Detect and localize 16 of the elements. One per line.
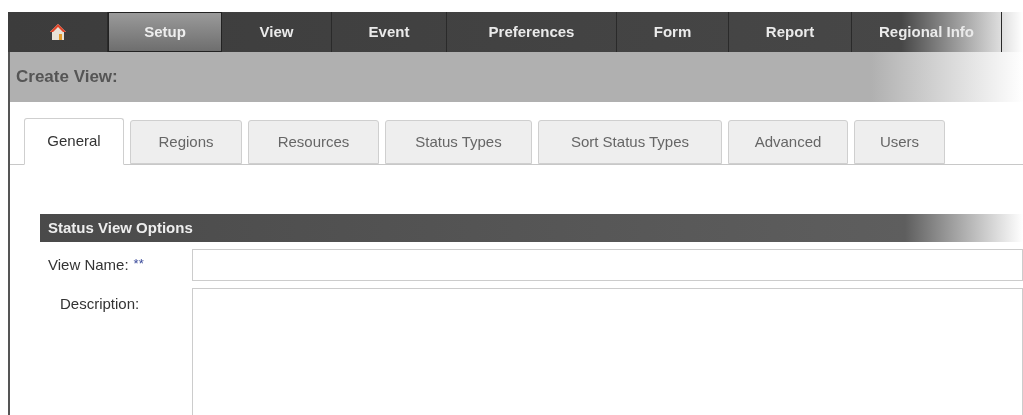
tab[interactable]: Status Types <box>385 120 532 164</box>
tab[interactable]: Users <box>854 120 945 164</box>
home-icon <box>48 23 67 41</box>
field-label: Description: <box>60 294 140 314</box>
view-name-field[interactable] <box>192 249 1023 281</box>
tab[interactable]: General <box>24 118 124 165</box>
tab[interactable]: Advanced <box>728 120 848 164</box>
tab[interactable]: Regions <box>130 120 242 164</box>
field-label: View Name: <box>48 255 129 275</box>
tab[interactable]: Sort Status Types <box>538 120 722 164</box>
description-field[interactable] <box>192 288 1023 415</box>
nav-tab[interactable]: Setup <box>108 12 222 52</box>
page-title: Create View: <box>16 66 118 89</box>
tab[interactable]: Resources <box>248 120 379 164</box>
section-title: Status View Options <box>48 217 193 238</box>
required-mark: ** <box>133 255 144 273</box>
